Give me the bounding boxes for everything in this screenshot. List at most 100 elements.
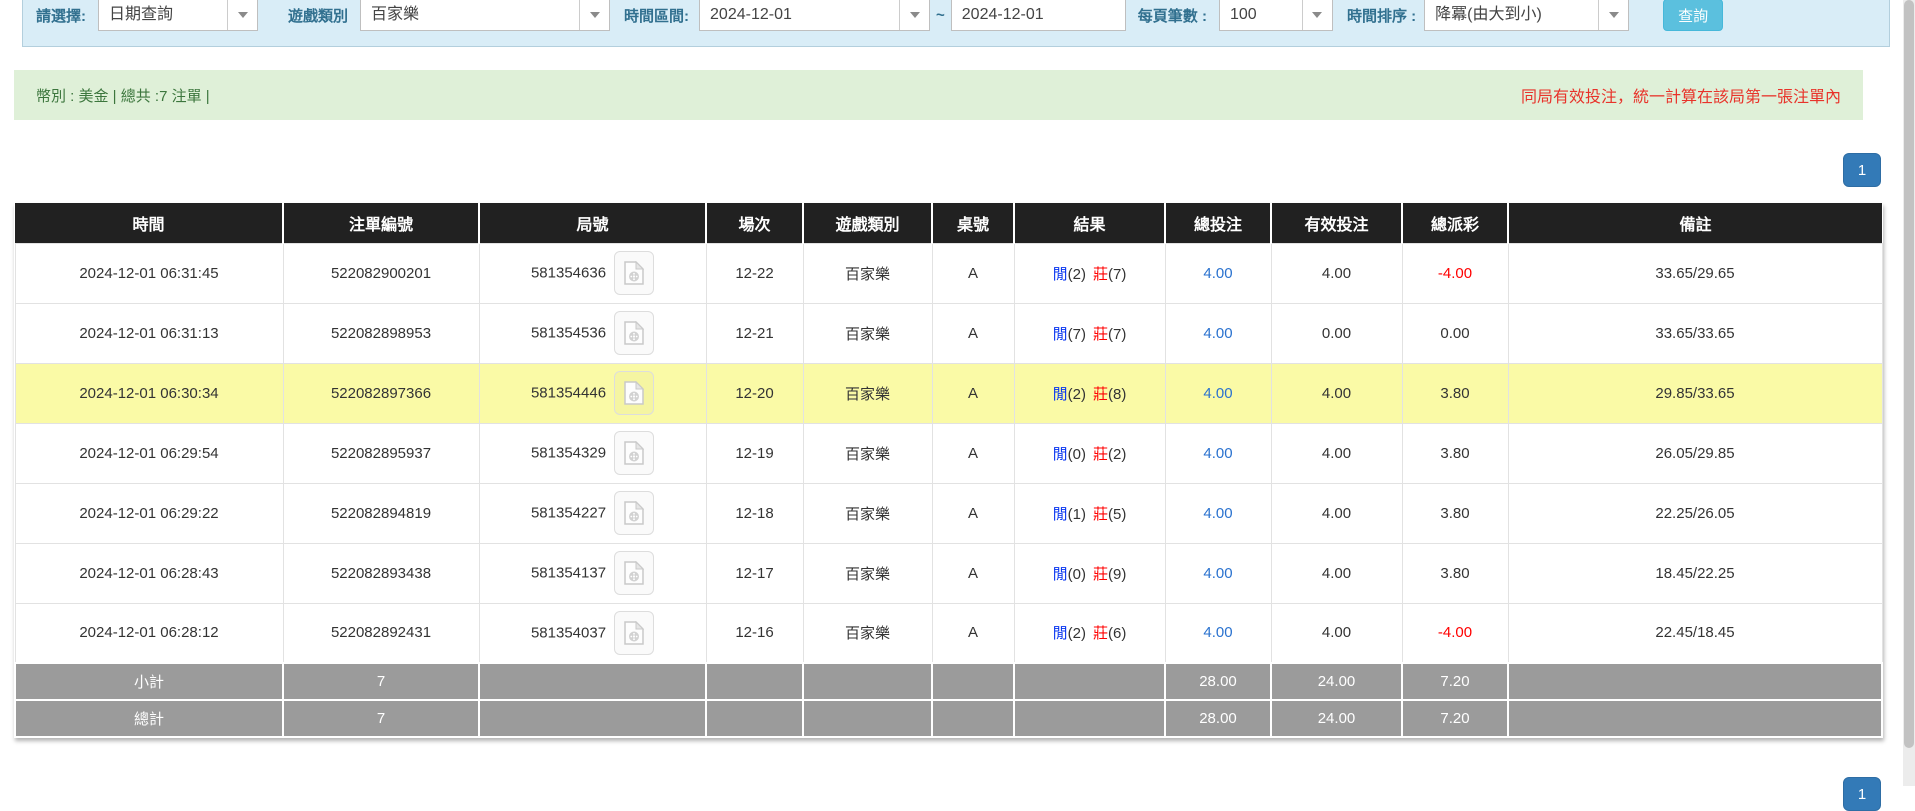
round-number: 581354636 [531, 265, 606, 282]
cell-valid-bet: 4.00 [1271, 483, 1402, 543]
total-bet-link[interactable]: 4.00 [1203, 385, 1232, 402]
cell-bet-number: 522082897366 [283, 363, 479, 423]
grand-total-payout: 7.20 [1402, 700, 1508, 737]
video-replay-button[interactable] [614, 251, 654, 295]
cell-bet-number: 522082900201 [283, 243, 479, 303]
round-number: 581354137 [531, 565, 606, 582]
cell-time: 2024-12-01 06:28:43 [15, 543, 283, 603]
cell-time: 2024-12-01 06:29:54 [15, 423, 283, 483]
cell-total-bet: 4.00 [1165, 483, 1271, 543]
cell-total-bet: 4.00 [1165, 363, 1271, 423]
cell-valid-bet: 4.00 [1271, 543, 1402, 603]
banker-result-label: 莊 [1093, 625, 1108, 642]
subtotal-total-bet: 28.00 [1165, 663, 1271, 700]
video-file-icon [624, 621, 644, 645]
valid-bet-notice: 同局有效投注，統一計算在該局第一張注單內 [1521, 83, 1841, 107]
range-tilde: ~ [936, 7, 945, 24]
time-order-select[interactable]: 降冪(由大到小) [1424, 0, 1629, 31]
cell-bet-number: 522082893438 [283, 543, 479, 603]
date-from-input[interactable]: 2024-12-01 [699, 0, 930, 31]
total-bet-link[interactable]: 4.00 [1203, 445, 1232, 462]
cell-total-bet: 4.00 [1165, 303, 1271, 363]
banker-result-label: 莊 [1093, 326, 1108, 343]
video-file-icon [624, 261, 644, 285]
query-button[interactable]: 查詢 [1663, 0, 1723, 31]
cell-table-number: A [932, 543, 1014, 603]
cell-remark: 26.05/29.85 [1508, 423, 1882, 483]
cell-remark: 33.65/33.65 [1508, 303, 1882, 363]
table-row: 2024-12-01 06:29:54 522082895937 5813543… [15, 423, 1882, 483]
player-result-value: (2) [1068, 386, 1086, 403]
video-replay-button[interactable] [614, 311, 654, 355]
page-size-select[interactable]: 100 [1219, 0, 1333, 31]
cell-game-type: 百家樂 [803, 423, 932, 483]
player-result-label: 閒 [1053, 266, 1068, 283]
page-size-value: 100 [1220, 0, 1302, 30]
cell-result: 閒(0)莊(2) [1014, 423, 1165, 483]
game-type-select[interactable]: 百家樂 [360, 0, 610, 31]
total-bet-link[interactable]: 4.00 [1203, 265, 1232, 282]
cell-remark: 18.45/22.25 [1508, 543, 1882, 603]
header-total-bet: 總投注 [1165, 203, 1271, 243]
player-result-label: 閒 [1053, 506, 1068, 523]
grand-total-valid-bet: 24.00 [1271, 700, 1402, 737]
scrollbar[interactable] [1903, 0, 1915, 786]
cell-round-number: 581354329 [479, 423, 706, 483]
game-type-label: 遊戲類別 [288, 5, 348, 26]
cell-round-number: 581354536 [479, 303, 706, 363]
cell-session: 12-20 [706, 363, 803, 423]
total-bet-link[interactable]: 4.00 [1203, 565, 1232, 582]
player-result-value: (2) [1068, 266, 1086, 283]
total-bet-link[interactable]: 4.00 [1203, 624, 1232, 641]
header-game-type: 遊戲類別 [803, 203, 932, 243]
query-type-select[interactable]: 日期查詢 [98, 0, 258, 31]
video-replay-button[interactable] [614, 431, 654, 475]
round-number: 581354227 [531, 505, 606, 522]
pagination-bottom: 1 [1843, 777, 1881, 811]
banker-result-value: (7) [1108, 326, 1126, 343]
player-result-value: (0) [1068, 446, 1086, 463]
table-row: 2024-12-01 06:29:22 522082894819 5813542… [15, 483, 1882, 543]
video-replay-button[interactable] [614, 611, 654, 655]
query-type-value: 日期查詢 [99, 0, 227, 30]
cell-round-number: 581354636 [479, 243, 706, 303]
cell-session: 12-19 [706, 423, 803, 483]
cell-table-number: A [932, 243, 1014, 303]
cell-valid-bet: 4.00 [1271, 363, 1402, 423]
cell-round-number: 581354037 [479, 603, 706, 663]
banker-result-label: 莊 [1093, 566, 1108, 583]
player-result-label: 閒 [1053, 386, 1068, 403]
cell-session: 12-22 [706, 243, 803, 303]
video-replay-button[interactable] [614, 551, 654, 595]
cell-game-type: 百家樂 [803, 243, 932, 303]
total-bet-link[interactable]: 4.00 [1203, 505, 1232, 522]
cell-remark: 29.85/33.65 [1508, 363, 1882, 423]
grand-total-label: 總計 [15, 700, 283, 737]
banker-result-label: 莊 [1093, 506, 1108, 523]
page-1-button[interactable]: 1 [1843, 153, 1881, 187]
player-result-value: (0) [1068, 566, 1086, 583]
chevron-down-icon [1598, 0, 1628, 30]
cell-total-bet: 4.00 [1165, 543, 1271, 603]
cell-result: 閒(2)莊(7) [1014, 243, 1165, 303]
player-result-label: 閒 [1053, 446, 1068, 463]
header-result: 結果 [1014, 203, 1165, 243]
grand-total-row: 總計 7 28.00 24.00 7.20 [15, 700, 1882, 737]
cell-game-type: 百家樂 [803, 363, 932, 423]
total-bet-link[interactable]: 4.00 [1203, 325, 1232, 342]
cell-table-number: A [932, 603, 1014, 663]
date-to-input[interactable]: 2024-12-01 [951, 0, 1126, 31]
table-row: 2024-12-01 06:28:43 522082893438 5813541… [15, 543, 1882, 603]
banker-result-value: (8) [1108, 386, 1126, 403]
cell-valid-bet: 4.00 [1271, 243, 1402, 303]
cell-valid-bet: 4.00 [1271, 603, 1402, 663]
scrollbar-thumb[interactable] [1904, 0, 1914, 748]
table-row: 2024-12-01 06:31:13 522082898953 5813545… [15, 303, 1882, 363]
cell-time: 2024-12-01 06:31:45 [15, 243, 283, 303]
video-replay-button[interactable] [614, 491, 654, 535]
cell-total-bet: 4.00 [1165, 423, 1271, 483]
page-1-button[interactable]: 1 [1843, 777, 1881, 811]
currency-total-info: 幣別 : 美金 | 總共 :7 注單 | [36, 85, 210, 106]
header-session: 場次 [706, 203, 803, 243]
video-replay-button[interactable] [614, 371, 654, 415]
